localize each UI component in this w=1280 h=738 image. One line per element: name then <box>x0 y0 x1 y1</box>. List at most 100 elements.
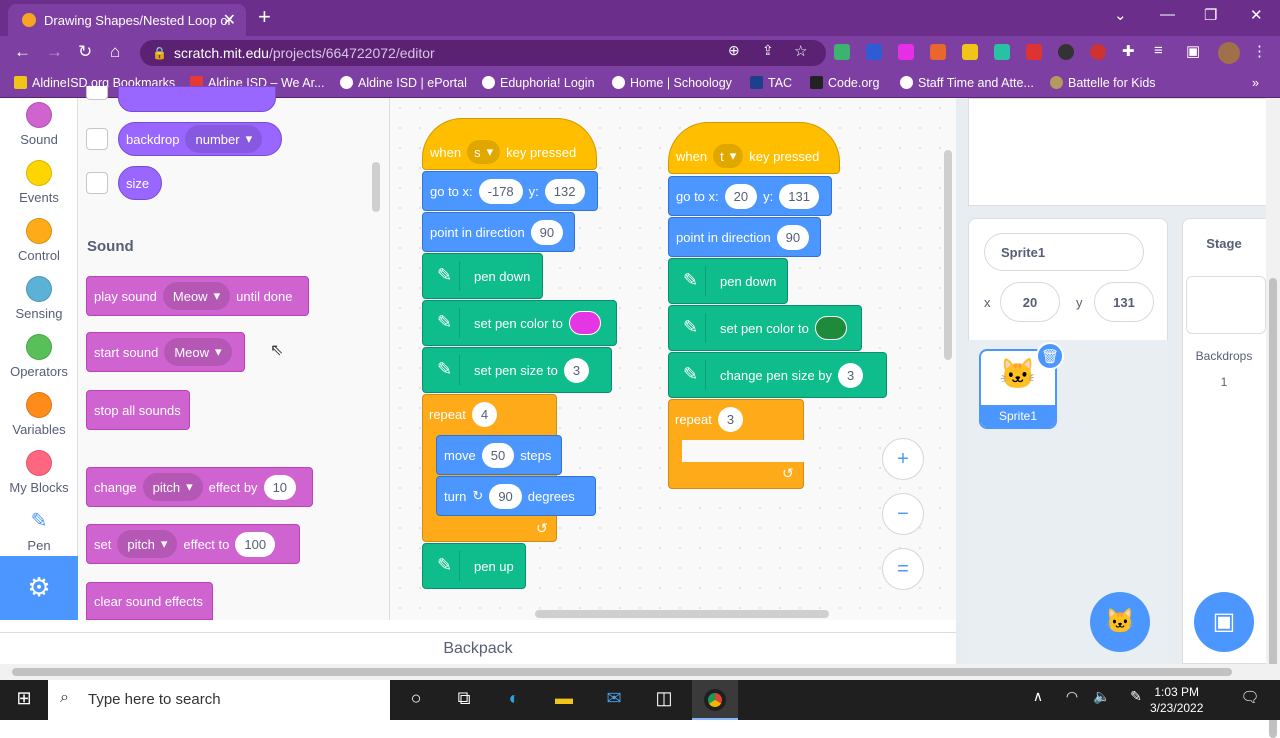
category-variables[interactable]: Variables <box>0 392 78 437</box>
bookmark-item[interactable]: Battelle for Kids <box>1050 76 1156 90</box>
wifi-icon[interactable]: ◠ <box>1060 688 1084 712</box>
notifications-icon[interactable]: 🗨 <box>1238 688 1262 712</box>
show-hidden-icons-icon[interactable]: ∧ <box>1026 688 1050 712</box>
taskbar-search-box[interactable]: ⌕ Type here to search <box>48 680 390 720</box>
pen-up-block[interactable]: ✎ pen up <box>422 543 526 589</box>
share-icon[interactable]: ⇪ <box>762 42 774 59</box>
set-pen-color-block[interactable]: ✎ set pen color to <box>422 300 617 346</box>
extension-icon[interactable] <box>834 44 850 60</box>
avatar[interactable] <box>1218 42 1240 64</box>
chrome-taskbar-button[interactable] <box>692 680 738 720</box>
page-horizontal-scrollbar[interactable] <box>0 664 1280 680</box>
direction-input[interactable]: 90 <box>776 224 810 250</box>
point-in-direction-block[interactable]: point in direction 90 <box>422 212 575 252</box>
zoom-reset-button[interactable]: = <box>882 548 924 590</box>
minimize-icon[interactable]: — <box>1160 6 1175 23</box>
workspace-vertical-scrollbar[interactable] <box>944 150 952 360</box>
sound-dropdown[interactable]: Meow ▾ <box>164 338 232 366</box>
cortana-icon[interactable]: ○ <box>404 688 428 712</box>
direction-input[interactable]: 90 <box>530 219 564 245</box>
windows-start-icon[interactable]: ⊞ <box>12 688 36 712</box>
home-icon[interactable]: ⌂ <box>110 42 120 62</box>
choose-sprite-button[interactable]: 🐱 <box>1090 592 1150 652</box>
sound-dropdown[interactable]: Meow ▾ <box>162 282 231 310</box>
repeat-count-input[interactable]: 3 <box>717 406 744 432</box>
category-operators[interactable]: Operators <box>0 334 78 379</box>
y-input[interactable]: 131 <box>779 183 819 209</box>
effect-value-input[interactable]: 100 <box>235 531 276 557</box>
menu-icon[interactable]: ⋮ <box>1252 42 1267 60</box>
stage-canvas[interactable] <box>968 98 1280 206</box>
zoom-icon[interactable]: ⊕ <box>728 42 740 59</box>
browser-tab[interactable]: Drawing Shapes/Nested Loop or ✕ <box>8 4 246 36</box>
file-explorer-icon[interactable]: ▬ <box>552 688 576 712</box>
point-in-direction-block[interactable]: point in direction 90 <box>668 217 821 257</box>
checkbox[interactable] <box>86 172 108 194</box>
category-events[interactable]: Events <box>0 160 78 205</box>
checkbox[interactable] <box>86 128 108 150</box>
turn-degrees-block[interactable]: turn ↻ 90 degrees <box>436 476 596 516</box>
go-to-xy-block[interactable]: go to x: 20 y: 131 <box>668 176 832 216</box>
pen-tray-icon[interactable]: ✎ <box>1124 688 1148 712</box>
change-pen-size-block[interactable]: ✎ change pen size by 3 <box>668 352 887 398</box>
y-input[interactable]: 132 <box>544 178 585 204</box>
more-bookmarks-icon[interactable]: » <box>1252 76 1259 90</box>
sidebar-icon[interactable]: ▣ <box>1186 42 1200 60</box>
bookmark-item[interactable]: Code.org <box>810 76 879 90</box>
zoom-in-button[interactable]: + <box>882 438 924 480</box>
x-input[interactable]: 20 <box>724 183 758 209</box>
edge-icon[interactable]: ◐ <box>502 688 526 712</box>
category-my-blocks[interactable]: My Blocks <box>0 450 78 495</box>
color-swatch[interactable] <box>814 316 847 340</box>
page-vertical-scrollbar[interactable] <box>1266 98 1280 738</box>
category-sound[interactable]: Sound <box>0 102 78 147</box>
bookmark-item[interactable]: TAC <box>750 76 792 90</box>
stage-thumbnail[interactable] <box>1186 276 1266 334</box>
extensions-puzzle-icon[interactable]: ✚ <box>1122 42 1135 60</box>
close-tab-icon[interactable]: ✕ <box>223 10 236 30</box>
extension-icon[interactable] <box>1058 44 1074 60</box>
choose-backdrop-button[interactable]: ▣ <box>1194 592 1254 652</box>
degrees-input[interactable]: 90 <box>489 483 522 509</box>
add-extension-button[interactable]: ⚙ <box>0 556 78 620</box>
new-tab-icon[interactable]: + <box>258 4 271 30</box>
move-steps-block[interactable]: move 50 steps <box>436 435 562 475</box>
clear-sound-effects-block[interactable]: clear sound effects <box>86 582 213 620</box>
color-swatch[interactable] <box>568 311 601 335</box>
delete-sprite-icon[interactable]: 🗑 <box>1036 342 1064 370</box>
palette-scrollbar[interactable] <box>372 162 380 212</box>
stop-all-sounds-block[interactable]: stop all sounds <box>86 390 190 430</box>
backpack[interactable]: Backpack <box>0 632 956 664</box>
store-icon[interactable]: ◫ <box>652 688 676 712</box>
volume-icon[interactable]: 🔈 <box>1090 688 1114 712</box>
forward-icon[interactable]: → <box>46 42 63 62</box>
extension-icon[interactable] <box>994 44 1010 60</box>
set-effect-block[interactable]: set pitch ▾ effect to 100 <box>86 524 300 564</box>
effect-dropdown[interactable]: pitch ▾ <box>117 530 178 558</box>
size-input[interactable]: 3 <box>838 362 864 388</box>
x-input[interactable]: -178 <box>478 178 523 204</box>
maximize-icon[interactable]: ❐ <box>1204 6 1217 24</box>
bookmark-item[interactable]: Home | Schoology <box>612 76 732 90</box>
star-icon[interactable]: ☆ <box>794 42 807 60</box>
key-dropdown[interactable]: t ▾ <box>713 144 744 168</box>
extension-icon[interactable] <box>962 44 978 60</box>
extension-icon[interactable] <box>1090 44 1106 60</box>
sprite-name-field[interactable]: Sprite1 <box>984 233 1144 271</box>
bookmark-item[interactable]: Staff Time and Atte... <box>900 76 1034 90</box>
category-sensing[interactable]: Sensing <box>0 276 78 321</box>
extension-icon[interactable] <box>1026 44 1042 60</box>
backdrop-number-block[interactable]: backdrop number ▾ <box>118 122 282 156</box>
start-sound-block[interactable]: start sound Meow ▾ <box>86 332 245 372</box>
steps-input[interactable]: 50 <box>481 442 515 468</box>
size-block[interactable]: size <box>118 166 162 200</box>
backdrop-dropdown[interactable]: number ▾ <box>185 125 263 153</box>
back-icon[interactable]: ← <box>14 42 31 62</box>
extension-icon[interactable] <box>898 44 914 60</box>
looks-block-partial[interactable] <box>118 86 276 112</box>
system-clock[interactable]: 1:03 PM 3/23/2022 <box>1150 684 1203 716</box>
pen-down-block[interactable]: ✎ pen down <box>668 258 788 304</box>
extension-icon[interactable] <box>930 44 946 60</box>
when-key-pressed-hat[interactable]: when t ▾ key pressed <box>668 122 840 174</box>
change-effect-block[interactable]: change pitch ▾ effect by 10 <box>86 467 313 507</box>
